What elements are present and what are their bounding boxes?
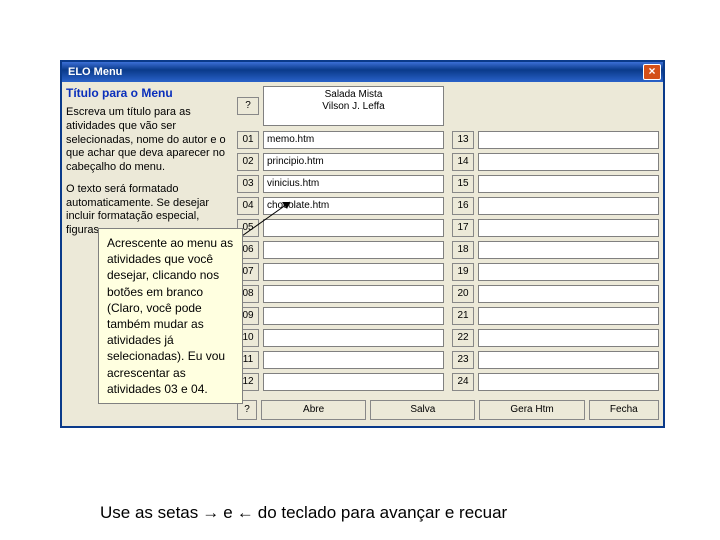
- column-2: 13 14 15 16 17 18 19 20 21 22 23 24: [452, 86, 659, 392]
- panel-text-1: Escreva um título para as atividades que…: [66, 106, 231, 175]
- caption-part-2: e: [223, 503, 232, 523]
- slot-21-field[interactable]: [478, 307, 659, 325]
- generate-htm-button[interactable]: Gera Htm: [479, 400, 584, 420]
- slot-02-button[interactable]: 02: [237, 153, 259, 171]
- slot-17-button[interactable]: 17: [452, 219, 474, 237]
- slot-07-field[interactable]: [263, 263, 444, 281]
- slot-24-button[interactable]: 24: [452, 373, 474, 391]
- slot-20-field[interactable]: [478, 285, 659, 303]
- slot-15-field[interactable]: [478, 175, 659, 193]
- open-button[interactable]: Abre: [261, 400, 366, 420]
- close-button-bottom[interactable]: Fecha: [589, 400, 659, 420]
- caption-part-1: Use as setas: [100, 503, 198, 523]
- slot-03-button[interactable]: 03: [237, 175, 259, 193]
- slot-22-button[interactable]: 22: [452, 329, 474, 347]
- slot-14-field[interactable]: [478, 153, 659, 171]
- slot-16-button[interactable]: 16: [452, 197, 474, 215]
- titlebar: ELO Menu ×: [62, 62, 663, 82]
- caption-part-3: do teclado para avançar e recuar: [258, 503, 508, 523]
- slot-21-button[interactable]: 21: [452, 307, 474, 325]
- slot-22-field[interactable]: [478, 329, 659, 347]
- slot-23-field[interactable]: [478, 351, 659, 369]
- slot-16-field[interactable]: [478, 197, 659, 215]
- arrow-right-icon: →: [202, 503, 219, 523]
- slot-19-field[interactable]: [478, 263, 659, 281]
- slot-19-button[interactable]: 19: [452, 263, 474, 281]
- slot-10-field[interactable]: [263, 329, 444, 347]
- slot-15-button[interactable]: 15: [452, 175, 474, 193]
- instruction-tooltip: Acrescente ao menu as atividades que voc…: [98, 228, 243, 404]
- save-button[interactable]: Salva: [370, 400, 475, 420]
- close-button[interactable]: ×: [643, 64, 661, 80]
- slot-01-field[interactable]: memo.htm: [263, 131, 444, 149]
- slot-03-field[interactable]: vinicius.htm: [263, 175, 444, 193]
- pointer-line-icon: [242, 196, 312, 246]
- arrow-left-icon: ←: [237, 503, 254, 523]
- slot-02-field[interactable]: principio.htm: [263, 153, 444, 171]
- slot-13-field[interactable]: [478, 131, 659, 149]
- slot-17-field[interactable]: [478, 219, 659, 237]
- slot-24-field[interactable]: [478, 373, 659, 391]
- slot-23-button[interactable]: 23: [452, 351, 474, 369]
- slot-20-button[interactable]: 20: [452, 285, 474, 303]
- slot-01-button[interactable]: 01: [237, 131, 259, 149]
- menu-title-field[interactable]: Salada Mista Vilson J. Leffa: [263, 86, 444, 126]
- slot-18-field[interactable]: [478, 241, 659, 259]
- slot-18-button[interactable]: 18: [452, 241, 474, 259]
- slot-12-field[interactable]: [263, 373, 444, 391]
- slot-14-button[interactable]: 14: [452, 153, 474, 171]
- help-button[interactable]: ?: [237, 97, 259, 115]
- window-title: ELO Menu: [68, 66, 122, 78]
- slot-08-field[interactable]: [263, 285, 444, 303]
- slot-13-button[interactable]: 13: [452, 131, 474, 149]
- slot-11-field[interactable]: [263, 351, 444, 369]
- slot-09-field[interactable]: [263, 307, 444, 325]
- panel-heading: Título para o Menu: [66, 86, 231, 100]
- footer-caption: Use as setas → e ← do teclado para avanç…: [100, 503, 507, 523]
